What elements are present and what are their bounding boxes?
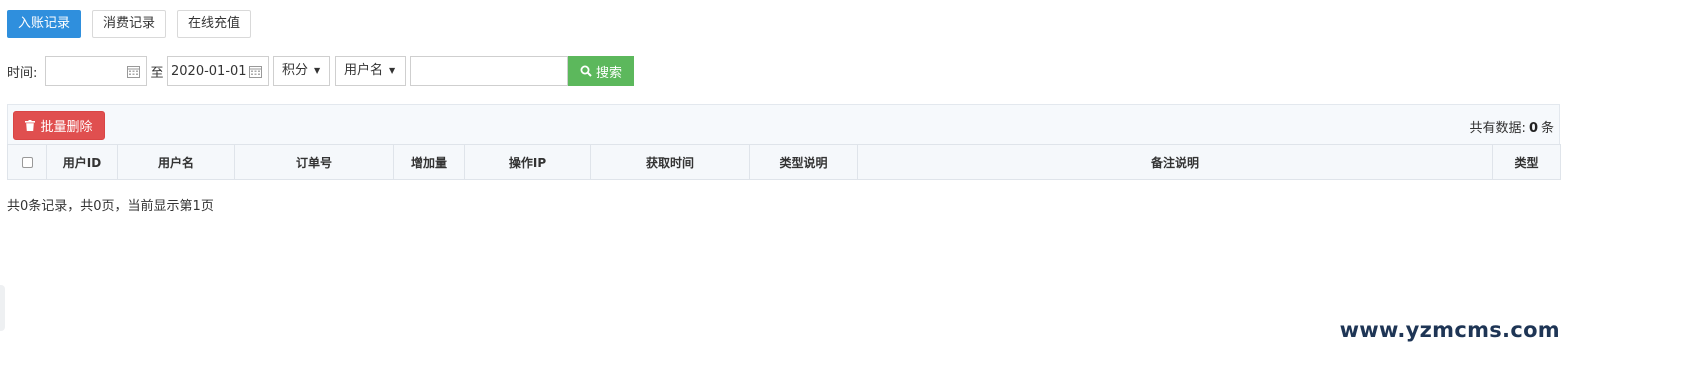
total-count-value: 0	[1528, 121, 1538, 136]
search-button-label: 搜索	[595, 65, 622, 81]
time-label: 时间:	[7, 65, 38, 81]
type-select-value: 积分	[282, 63, 309, 78]
keyword-field[interactable]	[410, 56, 568, 86]
batch-delete-label: 批量删除	[40, 120, 93, 135]
calendar-icon	[249, 66, 262, 78]
search-form: 时间: 至 积分 ▼ 用户名 ▼ 搜索	[7, 56, 634, 86]
side-drawer-handle[interactable]	[0, 285, 5, 331]
total-suffix: 条	[1540, 121, 1554, 136]
search-button[interactable]: 搜索	[568, 56, 634, 86]
keyword-input[interactable]	[411, 57, 567, 85]
column-header[interactable]: 用户名	[117, 144, 235, 180]
calendar-icon	[127, 66, 140, 78]
to-label: 至	[150, 65, 164, 81]
site-watermark: www.yzmcms.com	[1339, 318, 1560, 342]
chevron-down-icon: ▼	[314, 66, 321, 75]
field-select[interactable]: 用户名 ▼	[335, 56, 406, 86]
tab-income-records[interactable]: 入账记录	[7, 10, 82, 38]
pagination-summary: 共0条记录，共0页，当前显示第1页	[7, 199, 214, 214]
batch-delete-button[interactable]: 批量删除	[13, 111, 105, 140]
type-select[interactable]: 积分 ▼	[273, 56, 330, 86]
start-date-field[interactable]	[45, 56, 147, 86]
search-icon	[580, 65, 592, 77]
total-prefix: 共有数据:	[1469, 121, 1526, 136]
column-header[interactable]: 获取时间	[590, 144, 750, 180]
end-date-field[interactable]	[167, 56, 269, 86]
record-tabs: 入账记录 消费记录 在线充值	[7, 10, 252, 38]
records-table: 用户ID 用户名 订单号 增加量 操作IP 获取时间 类型说明 备注说明 类型	[7, 144, 1561, 180]
column-header[interactable]: 订单号	[234, 144, 394, 180]
select-all-checkbox[interactable]	[21, 157, 33, 168]
column-header[interactable]: 操作IP	[464, 144, 591, 180]
column-header[interactable]: 类型说明	[749, 144, 858, 180]
trash-icon	[25, 120, 36, 131]
column-header[interactable]: 增加量	[393, 144, 465, 180]
column-header[interactable]: 用户ID	[46, 144, 118, 180]
tab-online-recharge[interactable]: 在线充值	[177, 10, 252, 38]
select-all-cell	[7, 144, 47, 180]
column-header[interactable]: 类型	[1492, 144, 1561, 180]
chevron-down-icon: ▼	[389, 66, 396, 75]
field-select-value: 用户名	[344, 63, 384, 78]
column-header[interactable]: 备注说明	[857, 144, 1493, 180]
tab-consumption-records[interactable]: 消费记录	[92, 10, 167, 38]
list-toolbar: 批量删除 共有数据: 0 条	[7, 104, 1560, 145]
table-header-row: 用户ID 用户名 订单号 增加量 操作IP 获取时间 类型说明 备注说明 类型	[7, 144, 1561, 180]
total-count: 共有数据: 0 条	[1470, 117, 1554, 136]
